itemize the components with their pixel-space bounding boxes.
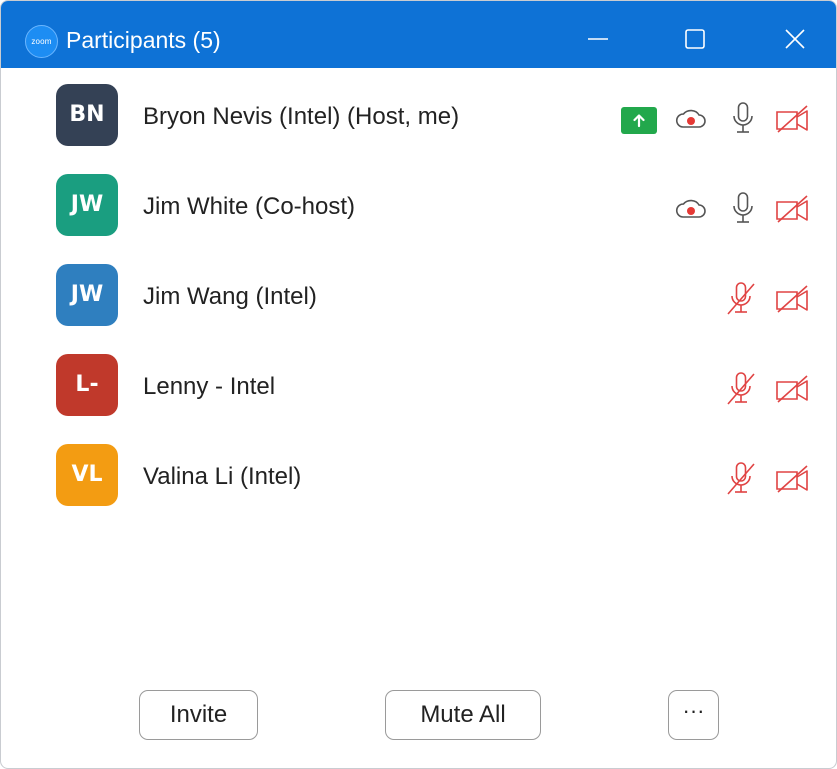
more-options-button[interactable]: ··· xyxy=(668,690,719,740)
minimize-button[interactable] xyxy=(576,21,620,57)
participants-window: zoom Participants (5) BN Bryon Nevis (In… xyxy=(0,0,837,769)
cloud-recording-icon xyxy=(675,199,706,218)
zoom-logo-icon: zoom xyxy=(25,25,58,58)
window-title: Participants (5) xyxy=(66,27,221,53)
avatar: BN xyxy=(56,84,118,146)
minimize-icon xyxy=(588,38,608,40)
close-button[interactable] xyxy=(773,21,817,57)
microphone-muted-icon xyxy=(727,372,755,405)
participant-row[interactable]: L- Lenny - Intel xyxy=(1,338,836,428)
participant-name: Jim White (Co-host) xyxy=(143,193,356,220)
microphone-muted-icon xyxy=(727,462,755,495)
participant-name: Lenny - Intel xyxy=(143,373,276,400)
close-icon xyxy=(785,29,805,49)
video-off-icon xyxy=(776,465,808,493)
participant-row[interactable]: BN Bryon Nevis (Intel) (Host, me) xyxy=(1,68,836,158)
avatar: JW xyxy=(56,174,118,236)
title-bar: zoom Participants (5) xyxy=(1,1,836,68)
avatar: L- xyxy=(56,354,118,416)
maximize-icon xyxy=(685,29,705,49)
video-off-icon xyxy=(776,285,808,313)
participant-name: Jim Wang (Intel) xyxy=(143,283,317,310)
video-off-icon xyxy=(776,195,808,223)
avatar: VL xyxy=(56,444,118,506)
participant-name: Valina Li (Intel) xyxy=(143,463,302,490)
participant-row[interactable]: VL Valina Li (Intel) xyxy=(1,428,836,518)
participant-row[interactable]: JW Jim White (Co-host) xyxy=(1,158,836,248)
cloud-recording-icon xyxy=(675,109,706,128)
invite-button[interactable]: Invite xyxy=(139,690,258,740)
microphone-icon xyxy=(733,102,753,133)
share-screen-icon[interactable] xyxy=(621,107,657,134)
video-off-icon xyxy=(776,375,808,403)
microphone-muted-icon xyxy=(727,282,755,315)
mute-all-button[interactable]: Mute All xyxy=(385,690,541,740)
participant-name: Bryon Nevis (Intel) (Host, me) xyxy=(143,103,460,130)
participant-row[interactable]: JW Jim Wang (Intel) xyxy=(1,248,836,338)
video-off-icon xyxy=(776,105,808,133)
avatar: JW xyxy=(56,264,118,326)
maximize-button[interactable] xyxy=(673,21,717,57)
microphone-icon xyxy=(733,192,753,223)
